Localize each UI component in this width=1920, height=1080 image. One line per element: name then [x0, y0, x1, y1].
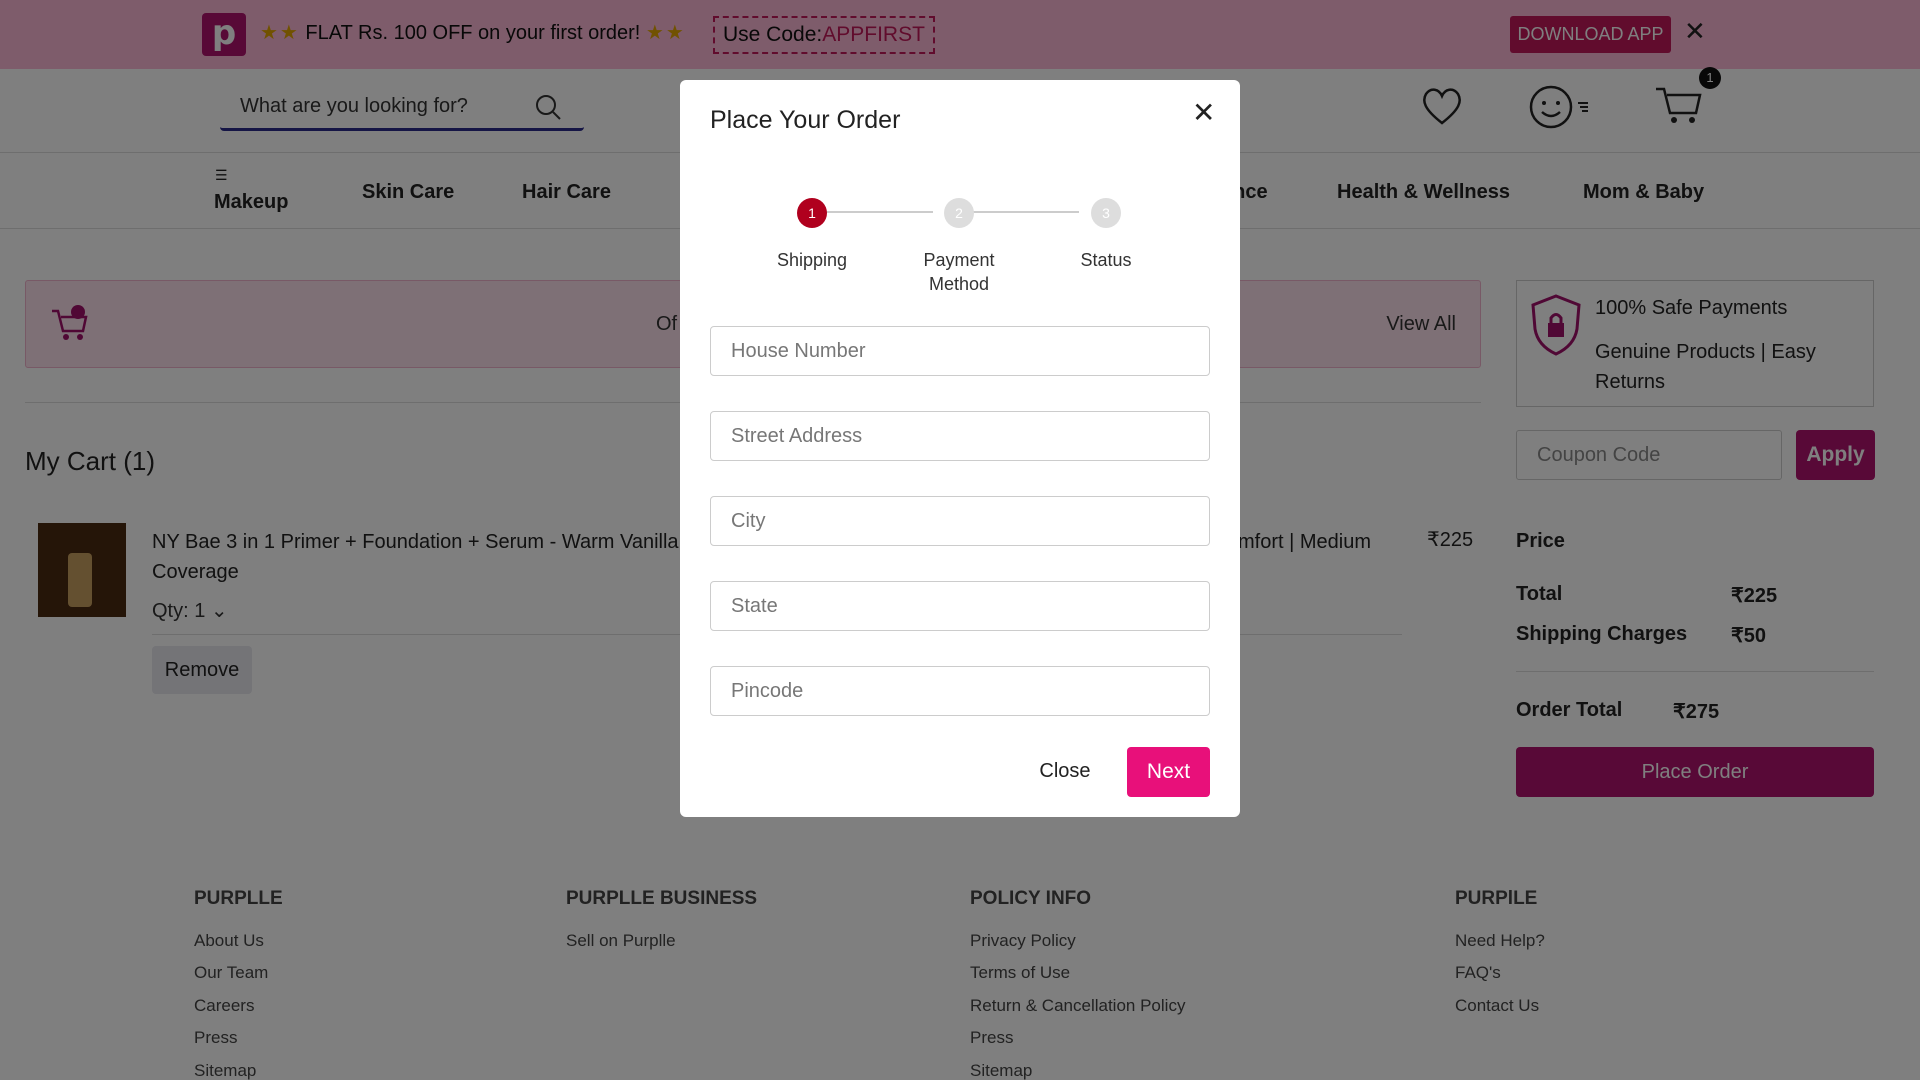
modal-title: Place Your Order — [710, 106, 901, 134]
house-number-field[interactable]: House Number — [710, 326, 1210, 376]
step-label-status: Status — [1080, 250, 1132, 270]
step-indicator-payment: 2 — [944, 198, 974, 228]
step-connector — [812, 211, 933, 213]
place-order-modal: Place Your Order ✕ 1 2 3 Shipping Paymen… — [680, 80, 1240, 817]
step-indicator-status: 3 — [1091, 198, 1121, 228]
street-address-field[interactable]: Street Address — [710, 411, 1210, 461]
step-indicator-shipping: 1 — [797, 198, 827, 228]
step-connector — [959, 211, 1079, 213]
close-icon[interactable]: ✕ — [1192, 96, 1215, 129]
next-button[interactable]: Next — [1127, 747, 1210, 797]
city-field[interactable]: City — [710, 496, 1210, 546]
close-button[interactable]: Close — [1025, 746, 1105, 796]
step-label-shipping: Shipping — [776, 250, 848, 270]
step-label-payment: Payment Method — [923, 250, 995, 294]
state-field[interactable]: State — [710, 581, 1210, 631]
pincode-field[interactable]: Pincode — [710, 666, 1210, 716]
